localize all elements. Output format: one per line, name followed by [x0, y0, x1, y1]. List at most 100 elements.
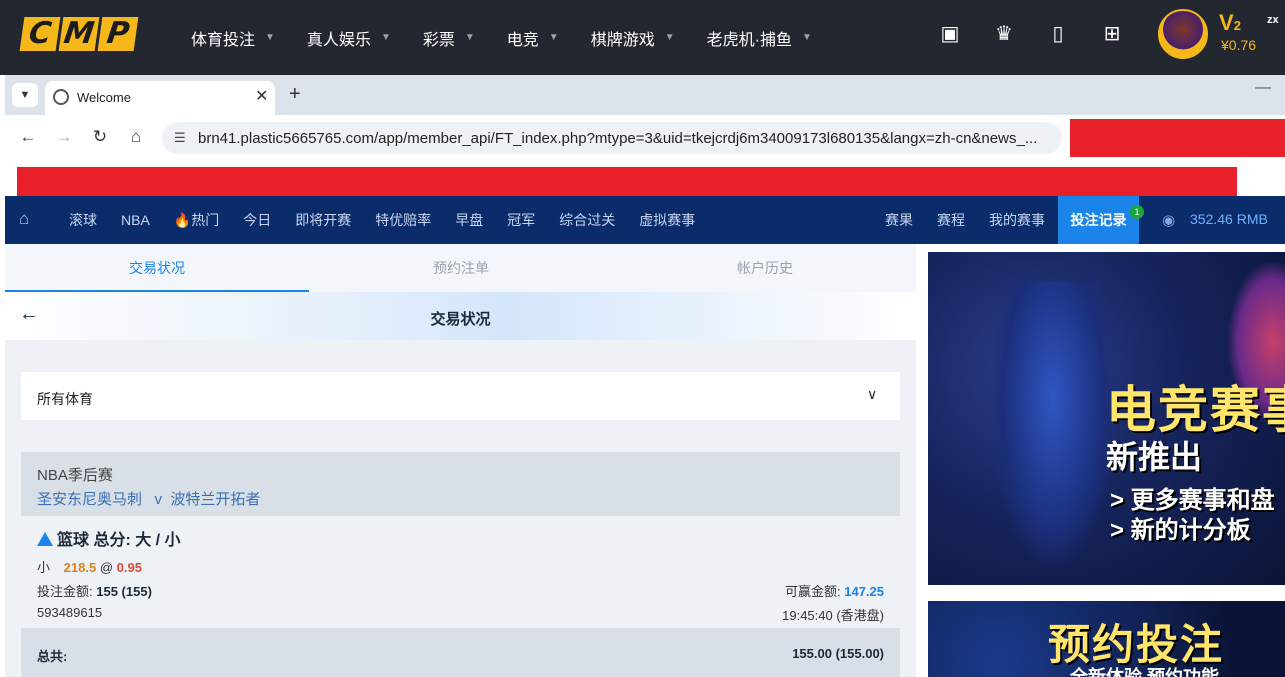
- page-title: 交易状况: [430, 311, 491, 328]
- nav-special-odds[interactable]: 特优赔率: [375, 210, 431, 230]
- logo-letter: C: [19, 16, 61, 51]
- total-value: 155.00 (155.00): [792, 646, 884, 661]
- home-icon[interactable]: ⌂: [19, 209, 39, 229]
- reload-icon[interactable]: ↻: [89, 127, 111, 147]
- panel-tabs: 交易状况 预约注单 帐户历史: [5, 244, 916, 292]
- sport-filter-value: 所有体育: [37, 391, 93, 407]
- account-balance: 352.46 RMB: [1190, 211, 1268, 227]
- chevron-down-icon: ▼: [664, 32, 675, 43]
- bet-status-panel: 交易状况 预约注单 帐户历史 ← 交易状况 所有体育 ∨ NBA季后赛 圣安东尼…: [5, 244, 916, 677]
- bet-line: 218.5: [63, 560, 97, 575]
- ticket-id: 593489615: [37, 605, 103, 620]
- banner-subtitle: 全新体验 预约功能: [1070, 667, 1220, 677]
- nav-schedule[interactable]: 赛程: [937, 210, 965, 230]
- bet-count-badge: 1: [1130, 205, 1144, 219]
- site-header: C M P 体育投注 ▼ 真人娱乐 ▼ 彩票 ▼ 电竞 ▼ 棋牌游戏 ▼ 老虎机·捕鱼 ▼ …: [0, 0, 1285, 75]
- banner-line: > 新的计分板: [1110, 517, 1251, 544]
- main-nav: 体育投注 ▼ 真人娱乐 ▼ 彩票 ▼ 电竞 ▼ 棋牌游戏 ▼ 老虎机·捕鱼 ▼: [191, 0, 844, 75]
- match-teams: 圣安东尼奥马刺 v 波特兰开拓者: [37, 488, 260, 509]
- sportsbook-right-links: 赛果 赛程 我的赛事: [885, 196, 1069, 244]
- nav-today[interactable]: 今日: [243, 210, 271, 230]
- tab-account-history[interactable]: 帐户历史: [613, 244, 917, 292]
- banner-subtitle: 新推出: [1106, 439, 1203, 475]
- logo-letter: P: [97, 16, 139, 51]
- crown-icon[interactable]: ♛: [992, 22, 1016, 46]
- nav-live-casino[interactable]: 真人娱乐 ▼: [307, 26, 391, 50]
- tab-transaction-status[interactable]: 交易状况: [5, 244, 309, 292]
- sport-category-links: 滚球 NBA 🔥热门 今日 即将开赛 特优赔率 早盘 冠军 综合过关 虚拟赛事: [69, 196, 719, 244]
- nav-nba[interactable]: NBA: [121, 212, 150, 228]
- nav-outright[interactable]: 冠军: [507, 210, 535, 230]
- warning-icon: [37, 532, 53, 546]
- tab-search-button[interactable]: ▼: [12, 83, 38, 107]
- vs-label: v: [154, 491, 163, 508]
- bet-detail: 篮球 总分: 大 / 小 小 218.5 @ 0.95 投注金额: 155 (1…: [21, 516, 900, 628]
- stake-amount: 投注金额: 155 (155): [37, 584, 152, 599]
- minimize-button[interactable]: —: [1255, 79, 1271, 97]
- bet-time: 19:45:40 (香港盘): [782, 608, 884, 623]
- chevron-down-icon: ▼: [464, 32, 475, 43]
- chevron-down-icon: ∨: [867, 386, 878, 402]
- nav-my-events[interactable]: 我的赛事: [989, 210, 1045, 230]
- nav-slots-fishing[interactable]: 老虎机·捕鱼 ▼: [707, 26, 812, 50]
- vip-badge: V2: [1219, 10, 1241, 35]
- total-label: 总共:: [37, 649, 68, 664]
- gift-icon[interactable]: ⊞: [1100, 22, 1124, 46]
- browser-window: ▼ Welcome ✕ + — ← → ↻ ⌂ ☰ brn41.plastic5…: [5, 75, 1285, 677]
- address-bar[interactable]: ☰ brn41.plastic5665765.com/app/member_ap…: [162, 122, 1062, 154]
- browser-tab[interactable]: Welcome ✕: [45, 81, 275, 115]
- site-logo[interactable]: C M P: [19, 16, 139, 51]
- redaction-block: [17, 167, 1237, 197]
- avatar[interactable]: [1158, 9, 1208, 59]
- nav-in-play[interactable]: 滚球: [69, 210, 97, 230]
- new-tab-button[interactable]: +: [289, 83, 301, 106]
- chevron-down-icon: ▼: [380, 32, 391, 43]
- chevron-down-icon: ▼: [801, 32, 812, 43]
- ticket-icon[interactable]: ▣: [938, 22, 962, 46]
- potential-win: 可赢金额: 147.25: [784, 584, 884, 599]
- sport-filter-select[interactable]: 所有体育 ∨: [21, 372, 900, 420]
- redaction-block: [1070, 119, 1285, 157]
- forward-icon[interactable]: →: [53, 127, 75, 147]
- esports-promo-banner[interactable]: 电竞赛事 新推出 > 更多赛事和盘 > 新的计分板: [928, 252, 1285, 585]
- back-icon[interactable]: ←: [17, 127, 39, 147]
- nav-starting-soon[interactable]: 即将开赛: [295, 210, 351, 230]
- close-icon[interactable]: ✕: [255, 86, 268, 106]
- username: zx: [1267, 14, 1279, 26]
- nav-early[interactable]: 早盘: [455, 210, 483, 230]
- bet-market: 篮球 总分: 大 / 小: [37, 526, 181, 550]
- nav-results[interactable]: 赛果: [885, 210, 913, 230]
- banner-artwork: [988, 282, 1118, 572]
- tab-title: Welcome: [77, 90, 131, 105]
- url-text[interactable]: brn41.plastic5665765.com/app/member_api/…: [198, 130, 1054, 147]
- home-icon[interactable]: ⌂: [125, 127, 147, 147]
- nav-popular[interactable]: 🔥热门: [174, 210, 219, 230]
- chevron-down-icon: ▼: [548, 32, 559, 43]
- nav-sports-betting[interactable]: 体育投注 ▼: [191, 26, 275, 50]
- tab-reserved-bets[interactable]: 预约注单: [309, 244, 613, 292]
- globe-icon: [53, 89, 69, 105]
- bet-odds: 0.95: [116, 560, 142, 575]
- nav-virtual[interactable]: 虚拟赛事: [639, 210, 695, 230]
- nav-esports[interactable]: 电竞 ▼: [507, 26, 559, 50]
- total-row: 总共: 155.00 (155.00): [21, 628, 900, 677]
- bet-event-header: NBA季后赛 圣安东尼奥马刺 v 波特兰开拓者: [21, 452, 900, 516]
- nav-parlay[interactable]: 综合过关: [559, 210, 615, 230]
- header-icons: ▣ ♛ ▯ ⊞: [938, 22, 1124, 46]
- logo-letter: M: [58, 16, 100, 51]
- mobile-icon[interactable]: ▯: [1046, 22, 1070, 46]
- home-team: 圣安东尼奥马刺: [37, 491, 143, 508]
- eye-slash-icon[interactable]: ◉: [1162, 211, 1175, 229]
- panel-title-bar: ← 交易状况: [5, 292, 916, 340]
- wallet-balance: ¥0.76: [1221, 37, 1257, 53]
- nav-lottery[interactable]: 彩票 ▼: [423, 26, 475, 50]
- sportsbook-nav: ⌂ 滚球 NBA 🔥热门 今日 即将开赛 特优赔率 早盘 冠军 综合过关 虚拟赛…: [5, 196, 1285, 244]
- nav-card-games[interactable]: 棋牌游戏 ▼: [591, 26, 675, 50]
- chevron-down-icon: ▼: [265, 32, 275, 43]
- away-team: 波特兰开拓者: [170, 491, 261, 508]
- tab-strip: ▼ Welcome ✕ + —: [5, 75, 1285, 115]
- site-info-icon[interactable]: ☰: [174, 130, 186, 146]
- bet-selection: 小 218.5 @ 0.95: [37, 560, 142, 575]
- preorder-promo-banner[interactable]: 预约投注 全新体验 预约功能: [928, 601, 1285, 677]
- bet-record-button[interactable]: 投注记录: [1058, 196, 1139, 244]
